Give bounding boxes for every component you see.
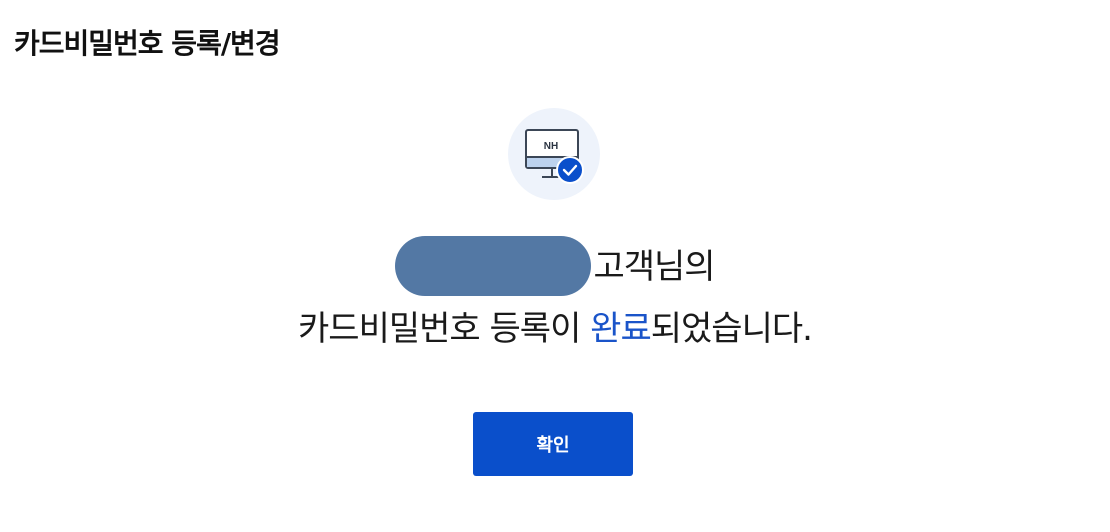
monitor-check-icon: NH: [508, 108, 600, 200]
message-line-2: 카드비밀번호 등록이 완료되었습니다.: [0, 298, 1110, 360]
customer-suffix: 고객님의: [593, 247, 715, 287]
message-suffix: 되었습니다.: [650, 309, 813, 349]
message-line-1: 고객님의: [0, 236, 1110, 298]
completion-highlight: 완료: [590, 309, 652, 349]
confirm-button[interactable]: 확인: [473, 412, 633, 476]
customer-name-masked: [395, 236, 592, 296]
completion-message: 고객님의 카드비밀번호 등록이 완료되었습니다.: [0, 236, 1110, 360]
message-prefix: 카드비밀번호 등록이: [298, 309, 591, 349]
svg-text:NH: NH: [544, 141, 558, 152]
page-title: 카드비밀번호 등록/변경: [14, 27, 281, 60]
